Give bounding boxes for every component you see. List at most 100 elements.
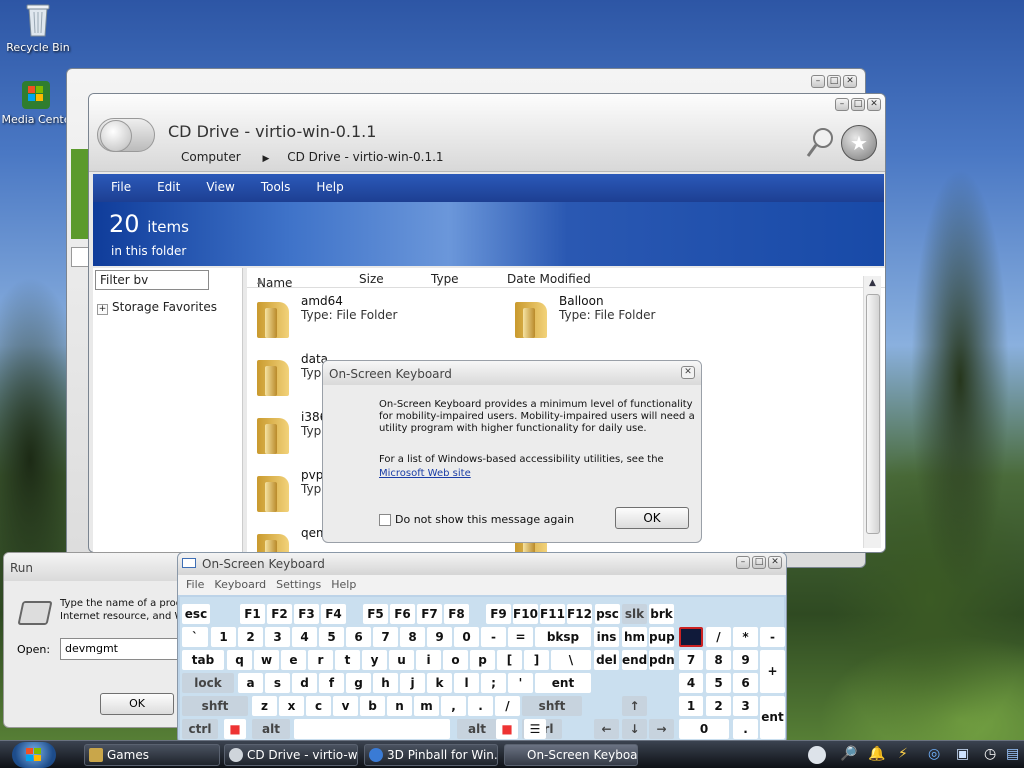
key-win-right-icon[interactable]: ■ (496, 719, 518, 739)
key-q[interactable]: q (227, 650, 252, 670)
key-alt[interactable]: alt (457, 719, 497, 739)
key-0[interactable]: 0 (454, 627, 479, 647)
key-pdn[interactable]: pdn (649, 650, 675, 670)
key-g[interactable]: g (346, 673, 371, 693)
favorites-star-icon[interactable]: ★ (841, 125, 877, 161)
taskbar-button-pinball[interactable]: 3D Pinball for Win... (364, 744, 498, 766)
key-2[interactable]: 2 (238, 627, 263, 647)
key-bksp[interactable]: bksp (535, 627, 591, 647)
list-item[interactable]: pvp Typ (253, 468, 323, 512)
key-c[interactable]: c (306, 696, 331, 716)
key-sym20[interactable]: - (760, 627, 785, 647)
menu-view[interactable]: View (192, 174, 246, 202)
key-sym0[interactable]: ` (182, 627, 208, 647)
key-s[interactable]: s (265, 673, 290, 693)
key-6[interactable]: 6 (733, 673, 758, 693)
key-v[interactable]: v (333, 696, 358, 716)
key-F11[interactable]: F11 (540, 604, 565, 624)
close-button[interactable]: ✕ (843, 75, 857, 88)
key-r[interactable]: r (308, 650, 333, 670)
key-sym20[interactable]: + (760, 650, 785, 693)
key-3[interactable]: 3 (265, 627, 290, 647)
osk-menu-settings[interactable]: Settings (276, 578, 321, 592)
key-7[interactable]: 7 (679, 650, 703, 670)
key-F5[interactable]: F5 (363, 604, 388, 624)
key-sym8[interactable]: , (441, 696, 466, 716)
key-d[interactable]: d (292, 673, 317, 693)
key-ent[interactable]: ent (760, 696, 785, 739)
key-o[interactable]: o (443, 650, 468, 670)
run-ok-button[interactable]: OK (100, 693, 174, 715)
key-sym11[interactable]: ' (508, 673, 533, 693)
close-button[interactable]: ✕ (867, 98, 881, 111)
key-sym8[interactable]: . (733, 719, 758, 739)
key-sym10[interactable]: ; (481, 673, 506, 693)
key-tab[interactable]: tab (182, 650, 224, 670)
menu-tools[interactable]: Tools (247, 174, 303, 202)
key-m[interactable]: m (414, 696, 439, 716)
close-button[interactable]: ✕ (768, 556, 782, 569)
scroll-up-icon[interactable]: ▲ (869, 278, 876, 288)
key-8[interactable]: 8 (400, 627, 425, 647)
back-forward-buttons[interactable] (97, 118, 155, 152)
column-type[interactable]: Type (431, 272, 459, 286)
checkbox-box[interactable] (379, 513, 391, 526)
key-F4[interactable]: F4 (321, 604, 346, 624)
run-dialog[interactable]: Run Type the name of a prog Internet res… (3, 552, 193, 728)
key-w[interactable]: w (254, 650, 279, 670)
minimize-button[interactable]: – (835, 98, 849, 111)
breadcrumb-cd-drive[interactable]: CD Drive - virtio-win-0.1.1 (287, 150, 443, 164)
close-button[interactable]: ✕ (681, 366, 695, 379)
key-sym11[interactable]: - (481, 627, 506, 647)
key-5[interactable]: 5 (319, 627, 344, 647)
display-icon[interactable]: ▣ (956, 746, 969, 762)
key-sym4[interactable]: ← (594, 719, 619, 739)
key-sym13[interactable]: \ (551, 650, 591, 670)
breadcrumb-computer[interactable]: Computer (181, 150, 241, 164)
key-win-left-icon[interactable]: ■ (224, 719, 246, 739)
menu-edit[interactable]: Edit (143, 174, 192, 202)
key-ent[interactable]: ent (535, 673, 591, 693)
key-y[interactable]: y (362, 650, 387, 670)
key-F10[interactable]: F10 (513, 604, 538, 624)
key-p[interactable]: p (470, 650, 495, 670)
key-0[interactable]: 0 (679, 719, 729, 739)
magnifier-icon[interactable]: 🔎 (840, 746, 857, 762)
key-pup[interactable]: pup (649, 627, 675, 647)
osk-menu-file[interactable]: File (186, 578, 204, 592)
bell-icon[interactable]: 🔔 (868, 746, 885, 762)
key-x[interactable]: x (279, 696, 304, 716)
vertical-scrollbar[interactable]: ▲ (863, 276, 881, 548)
open-input[interactable]: devmgmt (60, 638, 192, 660)
menu-help[interactable]: Help (302, 174, 355, 202)
dont-show-checkbox[interactable]: Do not show this message again (379, 513, 574, 526)
taskbar-button-cd-drive[interactable]: CD Drive - virtio-w... (224, 744, 358, 766)
key-5[interactable]: 5 (706, 673, 731, 693)
key-b[interactable]: b (360, 696, 385, 716)
key-1[interactable]: 1 (211, 627, 236, 647)
key-del[interactable]: del (594, 650, 619, 670)
key-sym12[interactable]: = (508, 627, 533, 647)
taskbar-button-games[interactable]: Games (84, 744, 220, 766)
key-blank[interactable] (679, 627, 703, 647)
minimize-button[interactable]: – (736, 556, 750, 569)
power-icon[interactable]: ⚡ (898, 746, 908, 762)
key-f[interactable]: f (319, 673, 344, 693)
key-hm[interactable]: hm (622, 627, 647, 647)
minimize-button[interactable]: – (811, 75, 825, 88)
key-ins[interactable]: ins (594, 627, 619, 647)
key-u[interactable]: u (389, 650, 414, 670)
key-z[interactable]: z (252, 696, 277, 716)
key-4[interactable]: 4 (292, 627, 317, 647)
key-sym11[interactable]: [ (497, 650, 522, 670)
key-8[interactable]: 8 (706, 650, 731, 670)
key-F12[interactable]: F12 (567, 604, 592, 624)
key-esc[interactable]: esc (182, 604, 210, 624)
key-slk[interactable]: slk (622, 604, 647, 624)
key-space[interactable] (294, 719, 450, 739)
key-7[interactable]: 7 (373, 627, 398, 647)
key-l[interactable]: l (454, 673, 479, 693)
key-shft[interactable]: shft (182, 696, 248, 716)
clock-icon[interactable]: ◷ (984, 746, 996, 762)
network-icon[interactable]: ◎ (928, 746, 940, 762)
